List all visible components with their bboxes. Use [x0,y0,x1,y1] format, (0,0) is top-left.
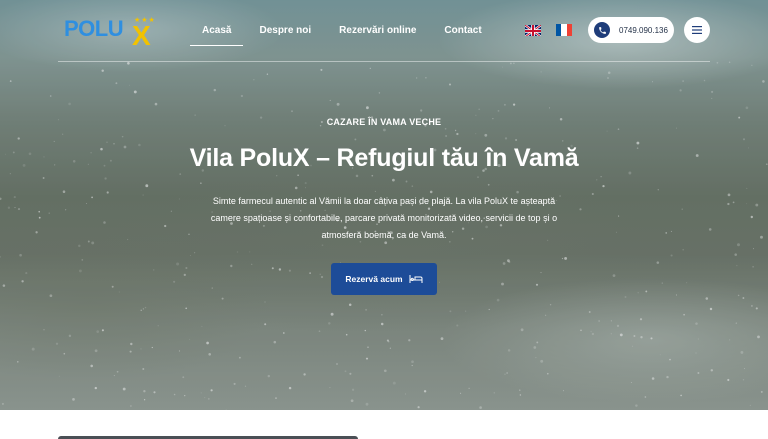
rezerva-acum-button[interactable]: Rezervă acum [331,263,437,295]
nav-item-contact[interactable]: Contact [432,22,493,39]
phone-number: 0749.090.136 [619,25,668,35]
polux-logo[interactable]: POLU ★★★ X [64,14,156,51]
header-divider [58,61,710,62]
hero-description: Simte farmecul autentic al Vămii la doar… [204,193,564,244]
main-nav: Acasă Despre noi Rezervări online Contac… [190,22,498,46]
logo-word: POLU [64,16,124,41]
logo-x: X [132,20,151,51]
phone-icon [594,22,610,38]
nav-item-despre-noi[interactable]: Despre noi [247,22,323,39]
phone-button[interactable]: 0749.090.136 [588,17,674,43]
hero-description-line: atmosferă boemă, ca de Vamă. [321,230,447,240]
cta-label: Rezervă acum [345,274,403,284]
nav-item-acasa[interactable]: Acasă [190,22,244,46]
hero-description-line: Simte farmecul autentic al Vămii la doar… [212,196,556,206]
bed-icon [409,275,423,283]
site-header: POLU ★★★ X Acasă Despre noi Rezervări on… [0,0,768,62]
hero-eyebrow: CAZARE ÎN VAMA VECHE [326,117,442,127]
uk-flag-icon[interactable] [525,24,541,36]
hamburger-menu-button[interactable] [684,17,710,43]
content-section-top [0,410,768,439]
hero-title: Vila PoluX – Refugiul tău în Vamă [189,144,579,172]
hamburger-menu-icon [692,26,702,34]
nav-item-rezervari-online[interactable]: Rezervări online [327,22,428,39]
hero-description-line: camere spațioase și confortabile, parcar… [210,213,558,223]
france-flag-icon[interactable] [556,24,572,36]
